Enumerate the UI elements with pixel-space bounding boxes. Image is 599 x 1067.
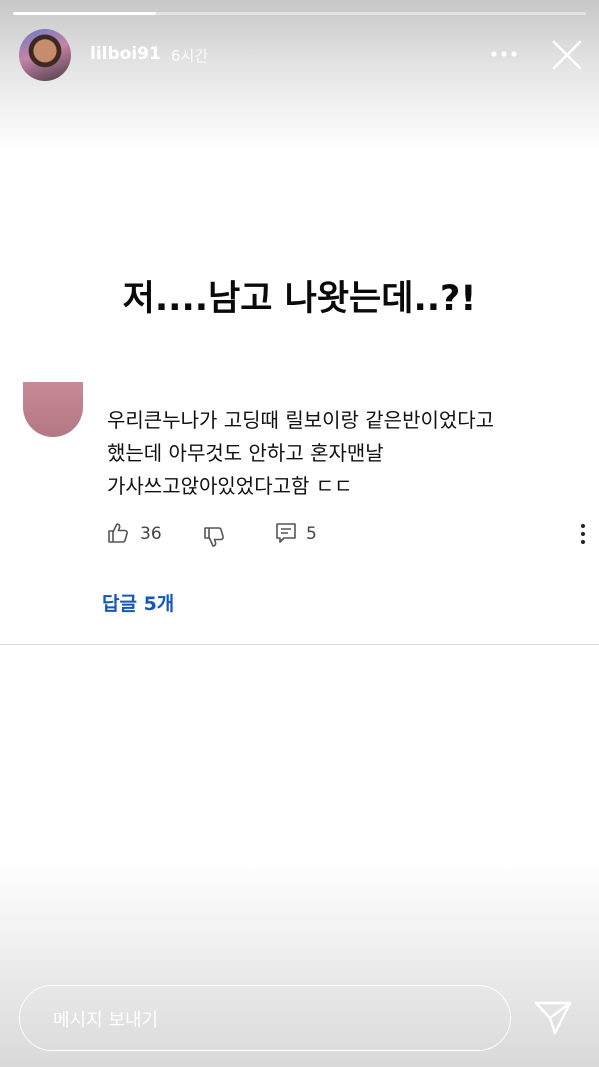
story-progress-bar	[13, 12, 586, 15]
send-icon[interactable]	[533, 999, 573, 1037]
thumbs-up-icon	[108, 523, 128, 543]
thumbs-down-icon	[204, 527, 224, 547]
avatar[interactable]	[19, 29, 71, 81]
comment-text: 우리큰누나가 고딩때 릴보이랑 같은반이었다고 했는데 아무것도 안하고 혼자맨…	[107, 404, 577, 503]
more-options-icon[interactable]	[488, 44, 520, 64]
commenter-avatar	[23, 382, 83, 437]
reply-count: 5	[306, 524, 317, 544]
message-input[interactable]: 메시지 보내기	[19, 985, 511, 1051]
message-placeholder: 메시지 보내기	[53, 1010, 159, 1031]
post-time: 6시간	[171, 47, 209, 65]
comment-icon	[276, 523, 296, 543]
comment-line: 가사쓰고앉아있었다고함 ㄷㄷ	[107, 474, 353, 498]
comment-actions: 36 5	[107, 520, 587, 550]
like-count: 36	[140, 524, 162, 544]
kebab-menu-icon	[581, 524, 585, 544]
username[interactable]: lilboi91	[90, 44, 161, 64]
comment-line: 우리큰누나가 고딩때 릴보이랑 같은반이었다고	[107, 408, 495, 432]
top-shade	[0, 0, 599, 150]
story-progress-fill	[13, 12, 157, 15]
close-icon[interactable]	[550, 38, 584, 72]
comment-line: 했는데 아무것도 안하고 혼자맨날	[107, 441, 384, 465]
comment-screenshot: 우리큰누나가 고딩때 릴보이랑 같은반이었다고 했는데 아무것도 안하고 혼자맨…	[0, 382, 599, 645]
replies-link: 답글 5개	[102, 593, 175, 615]
story-headline: 저....남고 나왓는데..?!	[122, 279, 477, 319]
